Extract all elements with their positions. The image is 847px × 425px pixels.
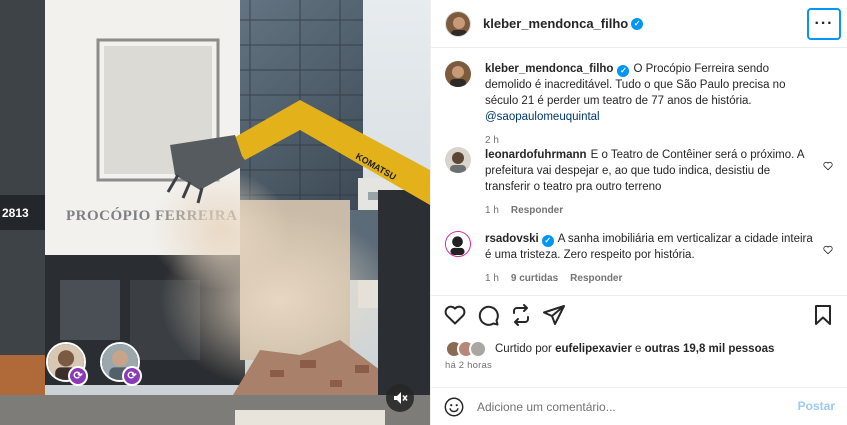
post-side-panel: kleber_mendonca_filho ✓ ··· kleber_mendo… (430, 0, 847, 425)
save-bookmark-icon[interactable] (811, 303, 835, 327)
post-media[interactable]: 2813 PROCÓPIO FERREIRA KOMATSU ⟳ ⟳ (0, 0, 430, 425)
repost-icon[interactable] (509, 303, 533, 327)
liker-avatars (445, 340, 489, 358)
post-timestamp: há 2 horas (445, 360, 492, 371)
like-comment-heart-icon[interactable] (823, 245, 833, 255)
like-comment-heart-icon[interactable] (823, 161, 833, 171)
comment-item: leonardofuhrmann E o Teatro de Contêiner … (445, 147, 833, 219)
comment-input[interactable] (477, 399, 847, 414)
comment-time: 1 h (485, 205, 499, 216)
share-paper-plane-icon[interactable] (542, 303, 566, 327)
commenter-avatar[interactable] (445, 231, 471, 257)
comment-username[interactable]: leonardofuhrmann (485, 149, 587, 161)
liker-avatar (469, 340, 487, 358)
comment-bubble-icon[interactable] (476, 303, 500, 327)
storefront-number: 2813 (2, 206, 29, 220)
post-header: kleber_mendonca_filho ✓ ··· (431, 0, 847, 48)
remix-icon: ⟳ (122, 366, 142, 386)
author-avatar[interactable] (445, 10, 471, 37)
commenter-avatar[interactable] (445, 147, 471, 173)
caption-username[interactable]: kleber_mendonca_filho (485, 63, 613, 75)
like-heart-icon[interactable] (443, 303, 467, 327)
remix-collaborators: ⟳ ⟳ (46, 342, 142, 386)
remix-icon: ⟳ (68, 366, 88, 386)
likes-summary[interactable]: Curtido por eufelipexavier e outras 19,8… (445, 340, 774, 358)
comment-time: 1 h (485, 273, 499, 284)
post-actions-bar (443, 303, 835, 331)
comment-username[interactable]: rsadovski (485, 233, 539, 245)
mute-button[interactable] (386, 384, 414, 412)
divider (431, 295, 847, 296)
reply-button[interactable]: Responder (570, 271, 622, 287)
liker-username[interactable]: eufelipexavier (555, 343, 632, 355)
verified-badge-icon: ✓ (541, 235, 554, 247)
emoji-icon[interactable] (443, 396, 465, 418)
comment-likes-count[interactable]: 9 curtidas (511, 271, 558, 287)
reply-button[interactable]: Responder (511, 203, 563, 219)
verified-badge-icon: ✓ (617, 65, 630, 77)
more-options-button[interactable]: ··· (807, 8, 841, 40)
likes-joiner: e (635, 343, 642, 355)
author-avatar[interactable] (445, 61, 471, 87)
post-comment-button[interactable]: Postar (798, 399, 835, 413)
comments-list: kleber_mendonca_filho ✓ O Procópio Ferreir… (431, 49, 847, 294)
caption-mention-link[interactable]: @saopaulomeuquintal (485, 111, 600, 123)
likes-prefix: Curtido por (495, 343, 552, 355)
likes-others-count[interactable]: outras 19,8 mil pessoas (645, 343, 775, 355)
instagram-post-window: 2813 PROCÓPIO FERREIRA KOMATSU ⟳ ⟳ klebe… (0, 0, 847, 425)
comment-item: rsadovski ✓ A sanha imobiliária em vertica… (445, 231, 833, 287)
caption: kleber_mendonca_filho ✓ O Procópio Ferreir… (445, 61, 833, 149)
verified-badge-icon: ✓ (631, 17, 644, 30)
comment-composer: Postar (431, 387, 847, 425)
author-username[interactable]: kleber_mendonca_filho (483, 16, 628, 31)
mute-icon (394, 392, 408, 404)
